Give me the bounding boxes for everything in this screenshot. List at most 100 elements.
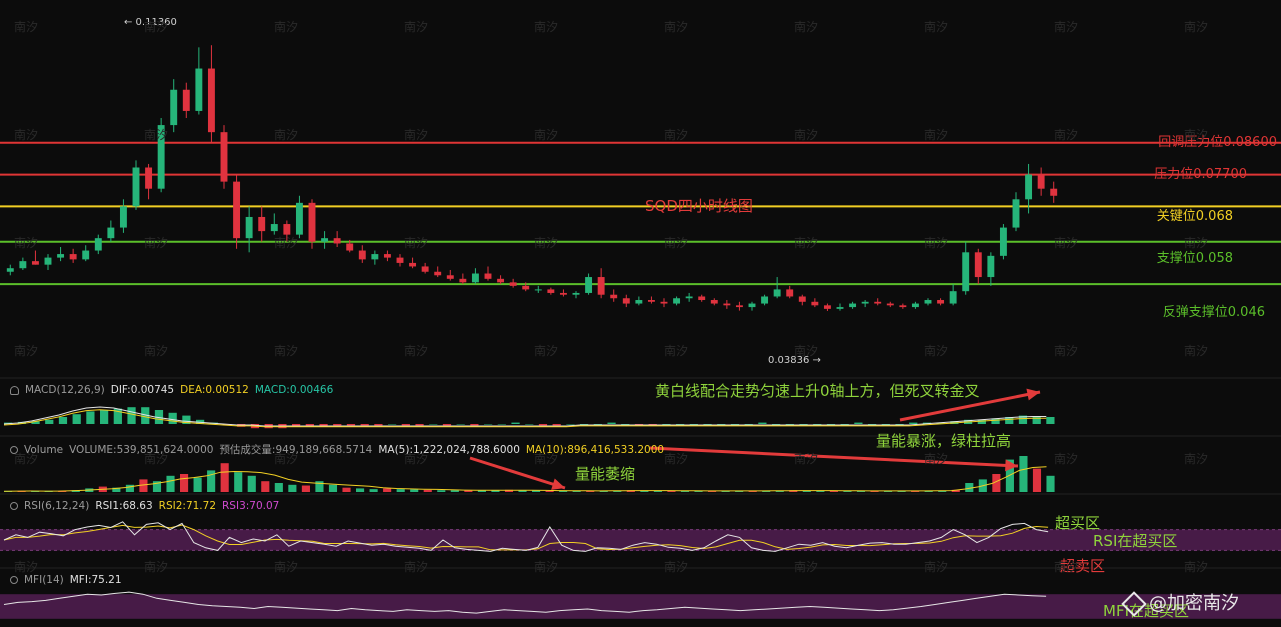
candle-body — [685, 296, 693, 299]
candle-body — [572, 292, 580, 295]
candle-body — [823, 305, 831, 309]
candle-body — [886, 303, 894, 306]
candle-body — [69, 254, 77, 260]
macd-bar — [429, 424, 438, 425]
macd-bar — [813, 424, 822, 425]
macd-bar — [401, 424, 410, 426]
macd-bar — [388, 424, 397, 425]
volume-bar — [166, 475, 175, 492]
macd-note: 黄白线配合走势匀速上升0轴上方，但死叉转金叉 — [655, 382, 980, 400]
candle-body — [170, 89, 178, 126]
volume-title: Volume VOLUME:539,851,624.0000 预估成交量:949,1… — [10, 442, 670, 457]
candle-body — [911, 303, 919, 308]
tile-watermark: 南汐 — [144, 452, 169, 466]
volume-bar — [274, 483, 283, 492]
candle-body — [773, 289, 781, 297]
volume-bar — [220, 463, 229, 492]
tile-watermark: 南汐 — [924, 20, 949, 34]
tile-watermark: 南汐 — [14, 128, 39, 142]
volume-bar — [545, 490, 554, 492]
candle-body — [698, 296, 706, 301]
candle-body — [82, 250, 90, 260]
candle-body — [220, 132, 228, 182]
candle-body — [962, 252, 970, 292]
candle-body — [585, 277, 593, 293]
tile-watermark: 南汐 — [14, 20, 39, 34]
candle-body — [6, 268, 14, 272]
bell-icon[interactable] — [10, 385, 19, 395]
macd-bar — [525, 424, 534, 425]
tile-watermark: 南汐 — [1054, 236, 1079, 250]
candle-body — [999, 227, 1007, 256]
tile-watermark: 南汐 — [144, 20, 169, 34]
candle-body — [346, 243, 354, 251]
tile-watermark: 南汐 — [794, 128, 819, 142]
macd-bar — [826, 424, 836, 425]
author-watermark: @加密南汐 — [1121, 589, 1239, 617]
tile-watermark: 南汐 — [144, 560, 169, 574]
tile-watermark: 南汐 — [924, 344, 949, 358]
level-label-1: 压力位0.07700 — [1154, 167, 1247, 182]
candle-body — [647, 300, 655, 302]
volume-bar — [396, 489, 405, 492]
tile-watermark: 南汐 — [1054, 452, 1079, 466]
candle-body — [107, 227, 115, 239]
tile-watermark: 南汐 — [404, 20, 429, 34]
macd-bar — [415, 424, 424, 426]
candle-body — [748, 303, 756, 308]
tile-watermark: 南汐 — [924, 128, 949, 142]
tile-watermark: 南汐 — [794, 344, 819, 358]
candle-body — [358, 250, 366, 260]
tile-watermark: 南汐 — [144, 128, 169, 142]
tile-watermark: 南汐 — [144, 236, 169, 250]
candle-body — [509, 282, 517, 286]
tile-watermark: 南汐 — [534, 20, 559, 34]
candle-body — [534, 289, 542, 291]
macd-title: MACD(12,26,9) DIF:0.00745 DEA:0.00512 MACD:… — [10, 384, 339, 396]
tile-watermark: 南汐 — [144, 344, 169, 358]
macd-bar — [127, 407, 136, 424]
tile-watermark: 南汐 — [664, 344, 689, 358]
macd-bar — [909, 422, 918, 424]
macd-bar — [593, 424, 602, 425]
mfi-band — [0, 594, 1281, 619]
tile-watermark: 南汐 — [534, 236, 559, 250]
tile-watermark: 南汐 — [534, 452, 559, 466]
gear-icon[interactable] — [10, 576, 18, 584]
tile-watermark: 南汐 — [534, 344, 559, 358]
candle-body — [207, 68, 215, 133]
gear-icon[interactable] — [10, 502, 18, 510]
macd-arrow-head — [1026, 388, 1040, 401]
tile-watermark: 南汐 — [1184, 560, 1209, 574]
macd-bar — [799, 424, 808, 425]
tile-watermark: 南汐 — [274, 452, 299, 466]
candle-body — [119, 206, 127, 228]
candle-body — [811, 301, 819, 306]
tile-watermark: 南汐 — [14, 236, 39, 250]
mfi-title: MFI(14) MFI:75.21 — [10, 574, 128, 586]
macd-bar — [758, 422, 767, 424]
volume-bar — [193, 477, 202, 492]
candle-body — [861, 301, 869, 304]
volume-bar — [288, 484, 297, 492]
macd-bar — [374, 424, 383, 426]
macd-bar — [168, 412, 177, 424]
tile-watermark: 南汐 — [1054, 560, 1079, 574]
candle-body — [31, 261, 39, 265]
volume-bar — [423, 489, 432, 492]
volume-shrink-note: 量能萎缩 — [575, 465, 636, 483]
volume-bar — [125, 484, 134, 492]
candle-body — [597, 277, 605, 295]
macd-bar — [86, 411, 95, 424]
candle-body — [635, 300, 643, 304]
candle-body — [937, 300, 945, 304]
candle-body — [497, 278, 505, 283]
candle-body — [333, 238, 341, 244]
volume-bar — [437, 490, 446, 492]
candle-body — [409, 262, 417, 267]
candle-body — [1050, 188, 1058, 196]
macd-bar — [470, 424, 479, 426]
candle-body — [321, 238, 329, 242]
candle-body — [233, 181, 241, 239]
macd-bar — [580, 424, 589, 425]
